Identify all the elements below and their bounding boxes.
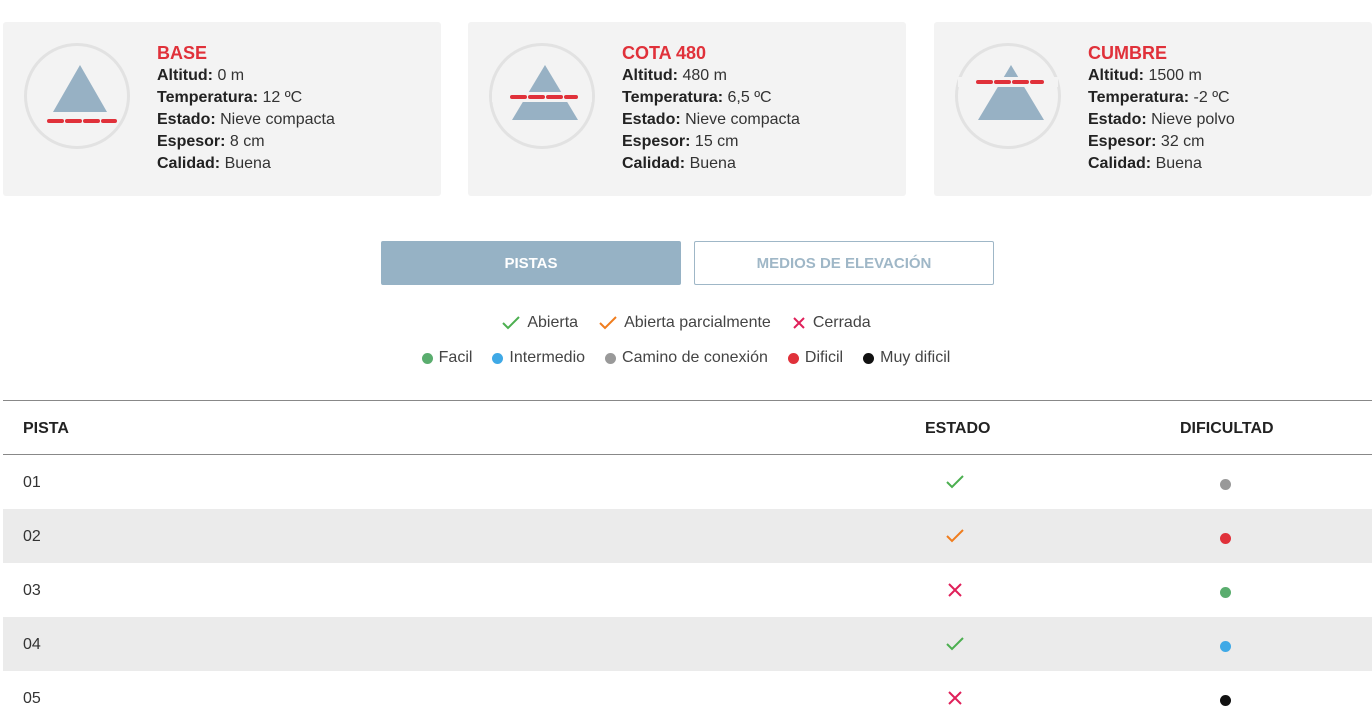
difficulty-legend: Facil Intermedio Camino de conexión Difi… — [0, 349, 1372, 367]
legend-item-cerrada: Cerrada — [791, 314, 871, 332]
legend-item-camino-de-conexion: Camino de conexión — [605, 349, 768, 367]
station-state: Estado: Nieve polvo — [1088, 111, 1235, 128]
station-thickness: Espesor: 8 cm — [157, 133, 265, 150]
stations-panel: BASE Altitud: 0 m Temperatura: 12 ºC Est… — [3, 22, 1372, 196]
station-name: COTA 480 — [622, 43, 707, 63]
station-state: Estado: Nieve compacta — [157, 111, 335, 128]
difficulty-dot — [787, 352, 799, 364]
legend-item-abierta: Abierta — [501, 314, 578, 332]
legend-label: Camino de conexión — [622, 349, 768, 366]
station-state: Estado: Nieve compacta — [622, 111, 800, 128]
check-icon — [598, 315, 618, 331]
legend-item-facil: Facil — [421, 349, 473, 367]
table-row: 04 — [3, 617, 1372, 671]
station-temperature: Temperatura: 6,5 ºC — [622, 89, 772, 106]
station-altitude: Altitud: 1500 m — [1088, 67, 1202, 84]
tab-pistas[interactable]: PISTAS — [381, 241, 681, 285]
pista-number: 04 — [23, 636, 41, 653]
status-legend: Abierta Abierta parcialmente Cerrada — [0, 314, 1372, 332]
legend-label: Facil — [438, 349, 473, 366]
header-pista: PISTA — [23, 420, 69, 437]
legend-item-abierta-parcialmente: Abierta parcialmente — [598, 314, 771, 332]
station-quality: Calidad: Buena — [157, 155, 271, 172]
mountain-base-icon — [24, 43, 130, 149]
pista-number: 01 — [23, 474, 41, 491]
station-card-cumbre: CUMBRE Altitud: 1500 m Temperatura: -2 º… — [934, 22, 1372, 196]
legend-item-dificil: Dificil — [787, 349, 844, 367]
pista-number: 03 — [23, 582, 41, 599]
difficulty-dot — [1220, 695, 1231, 706]
header-dificultad: DIFICULTAD — [1180, 420, 1274, 437]
cross-icon — [791, 315, 807, 331]
header-estado: ESTADO — [925, 420, 991, 437]
station-card-base: BASE Altitud: 0 m Temperatura: 12 ºC Est… — [3, 22, 441, 196]
station-temperature: Temperatura: 12 ºC — [157, 89, 303, 106]
table-row: 05 — [3, 671, 1372, 725]
station-thickness: Espesor: 32 cm — [1088, 133, 1205, 150]
legend-label: Dificil — [804, 349, 844, 366]
check-icon — [945, 528, 965, 548]
station-altitude: Altitud: 480 m — [622, 67, 727, 84]
station-temperature: Temperatura: -2 ºC — [1088, 89, 1230, 106]
station-quality: Calidad: Buena — [622, 155, 736, 172]
legend-label: Cerrada — [812, 314, 871, 331]
difficulty-dot — [863, 352, 875, 364]
legend-label: Intermedio — [509, 349, 586, 366]
station-altitude: Altitud: 0 m — [157, 67, 245, 84]
legend-item-muy-dificil: Muy dificil — [863, 349, 950, 367]
table-row: 02 — [3, 509, 1372, 563]
pista-number: 05 — [23, 690, 41, 707]
mountain-mid-icon — [489, 43, 595, 149]
difficulty-dot — [1220, 533, 1231, 544]
check-icon — [501, 315, 521, 331]
pistas-table: PISTA ESTADO DIFICULTAD 01 02 03 04 05 — [3, 400, 1372, 725]
station-thickness: Espesor: 15 cm — [622, 133, 739, 150]
difficulty-dot — [1220, 641, 1231, 652]
difficulty-dot — [1220, 587, 1231, 598]
tab-medios-de-elevacion[interactable]: MEDIOS DE ELEVACIÓN — [694, 241, 994, 285]
difficulty-dot — [421, 352, 433, 364]
mountain-summit-icon — [955, 43, 1061, 149]
table-row: 01 — [3, 455, 1372, 509]
legend-label: Abierta — [527, 314, 579, 331]
legend-item-intermedio: Intermedio — [492, 349, 585, 367]
difficulty-dot — [605, 352, 617, 364]
legend-label: Abierta parcialmente — [624, 314, 771, 331]
difficulty-dot — [1220, 479, 1231, 490]
station-card-cota-480: COTA 480 Altitud: 480 m Temperatura: 6,5… — [468, 22, 906, 196]
check-icon — [945, 636, 965, 656]
station-quality: Calidad: Buena — [1088, 155, 1202, 172]
pista-number: 02 — [23, 528, 41, 545]
cross-icon — [945, 690, 965, 710]
legend-label: Muy dificil — [880, 349, 951, 366]
table-row: 03 — [3, 563, 1372, 617]
difficulty-dot — [492, 352, 504, 364]
station-name: CUMBRE — [1088, 43, 1167, 63]
station-name: BASE — [157, 43, 208, 63]
check-icon — [945, 474, 965, 494]
table-header: PISTA ESTADO DIFICULTAD — [3, 400, 1372, 455]
cross-icon — [945, 582, 965, 602]
